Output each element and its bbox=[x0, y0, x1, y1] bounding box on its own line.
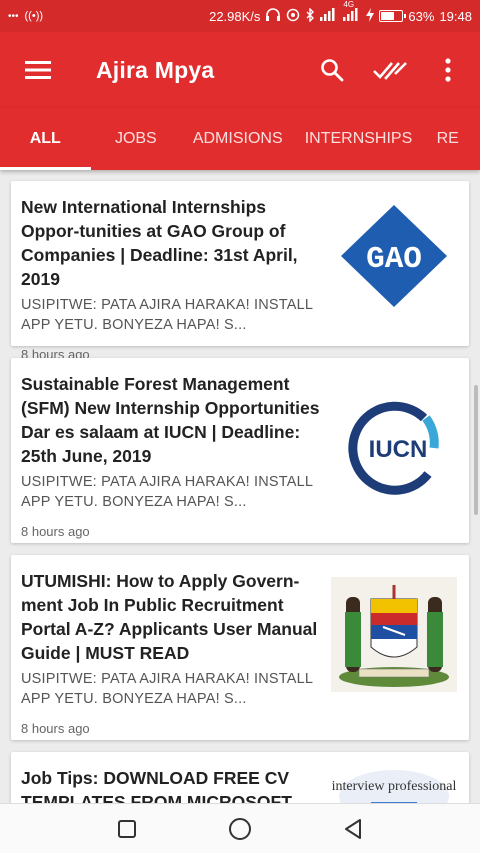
bluetooth-icon bbox=[305, 6, 315, 25]
net-speed: 22.98K/s bbox=[209, 8, 261, 24]
coat-of-arms-image bbox=[331, 577, 457, 692]
post-card[interactable]: Job Tips: DOWNLOAD FREE CV TEMPLATES FRO… bbox=[11, 752, 469, 803]
mark-all-read-button[interactable] bbox=[368, 48, 412, 92]
battery-icon bbox=[379, 10, 407, 22]
post-thumbnail: interview professional bbox=[331, 764, 457, 803]
tab-internships[interactable]: INTERNSHIPS bbox=[294, 108, 422, 170]
post-thumbnail: GAO bbox=[331, 201, 457, 311]
home-button[interactable] bbox=[215, 804, 265, 853]
word-cloud-image: interview professional bbox=[331, 764, 457, 803]
category-tabs: ALL JOBS ADMISIONS INTERNSHIPS RE bbox=[0, 108, 480, 170]
search-button[interactable] bbox=[310, 48, 354, 92]
gao-logo: GAO bbox=[341, 205, 447, 307]
iucn-logo-text: IUCN bbox=[369, 436, 428, 463]
post-thumbnail: IUCN bbox=[331, 398, 457, 498]
post-time: 8 hours ago bbox=[21, 721, 90, 736]
tab-label: ALL bbox=[29, 130, 61, 147]
signal-4g-icon: 4G bbox=[343, 0, 361, 24]
gao-logo-text: GAO bbox=[366, 242, 422, 277]
post-thumbnail bbox=[331, 577, 457, 692]
word-cloud-shape: interview professional bbox=[332, 770, 457, 803]
back-triangle-icon bbox=[345, 818, 362, 839]
post-excerpt: USIPITWE: PATA AJIRA HARAKA! INSTALL APP… bbox=[21, 671, 313, 707]
tab-label: JOBS bbox=[114, 130, 157, 147]
hotspot-ring-icon bbox=[286, 8, 300, 25]
post-title: Sustainable Forest Management (SFM) New … bbox=[21, 374, 320, 466]
tab-partial[interactable]: RE bbox=[423, 108, 480, 170]
post-title: UTUMISHI: How to Apply Govern-ment Job I… bbox=[21, 571, 318, 663]
more-options-button[interactable] bbox=[426, 48, 470, 92]
status-bar: ••• ((•)) 22.98K/s 4G 63% 19:48 bbox=[0, 0, 480, 32]
post-time: 8 hours ago bbox=[21, 524, 90, 539]
signal-icon bbox=[320, 8, 338, 24]
search-icon bbox=[321, 59, 344, 82]
post-title: New International Internships Oppor-tuni… bbox=[21, 197, 298, 289]
back-button[interactable] bbox=[328, 804, 378, 853]
tab-label: RE bbox=[436, 130, 459, 147]
post-excerpt: USIPITWE: PATA AJIRA HARAKA! INSTALL APP… bbox=[21, 474, 313, 510]
iucn-logo: IUCN bbox=[348, 401, 439, 495]
hotspot-icon: ((•)) bbox=[24, 10, 44, 22]
app-bar: Ajira Mpya bbox=[0, 32, 480, 108]
post-list[interactable]: New International Internships Oppor-tuni… bbox=[0, 170, 480, 803]
app-title: Ajira Mpya bbox=[96, 56, 215, 83]
tab-label: ADMISIONS bbox=[192, 130, 283, 147]
system-nav-bar bbox=[0, 803, 480, 853]
post-title: Job Tips: DOWNLOAD FREE CV TEMPLATES FRO… bbox=[21, 768, 292, 803]
clock: 19:48 bbox=[439, 8, 472, 24]
mark-read-icon bbox=[373, 62, 407, 80]
post-card[interactable]: Sustainable Forest Management (SFM) New … bbox=[11, 358, 469, 543]
tab-jobs[interactable]: JOBS bbox=[91, 108, 182, 170]
network-type-label: 4G bbox=[343, 0, 355, 9]
post-excerpt: USIPITWE: PATA AJIRA HARAKA! INSTALL APP… bbox=[21, 297, 313, 333]
battery-percent: 63% bbox=[408, 8, 435, 24]
recents-square-icon bbox=[117, 819, 136, 838]
tab-all[interactable]: ALL bbox=[0, 108, 91, 170]
home-circle-icon bbox=[228, 817, 251, 840]
post-card[interactable]: UTUMISHI: How to Apply Govern-ment Job I… bbox=[11, 555, 469, 740]
tab-admisions[interactable]: ADMISIONS bbox=[181, 108, 294, 170]
post-card[interactable]: New International Internships Oppor-tuni… bbox=[11, 181, 469, 362]
menu-icon bbox=[25, 61, 51, 79]
menu-button[interactable] bbox=[0, 32, 76, 108]
notification-dots-icon: ••• bbox=[8, 10, 19, 22]
recents-button[interactable] bbox=[102, 804, 152, 853]
headphones-icon bbox=[265, 7, 281, 25]
charging-icon bbox=[366, 7, 375, 25]
list-scrollbar[interactable] bbox=[474, 385, 478, 515]
word-cloud-text: interview professional bbox=[332, 779, 457, 794]
more-vert-icon bbox=[445, 58, 451, 82]
tab-label: INTERNSHIPS bbox=[304, 130, 413, 147]
